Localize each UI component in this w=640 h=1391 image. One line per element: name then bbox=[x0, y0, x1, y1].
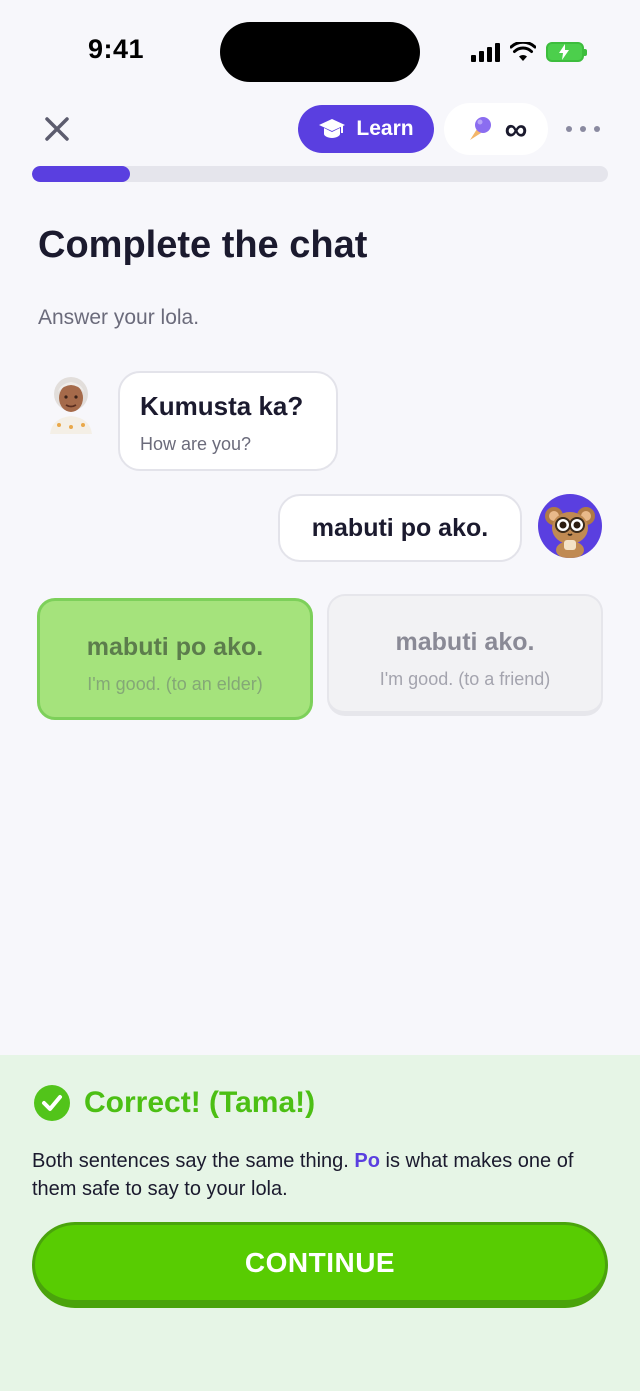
energy-value: ∞ bbox=[504, 111, 528, 147]
close-button[interactable] bbox=[40, 112, 74, 146]
option-elder[interactable]: mabuti po ako. I'm good. (to an elder) bbox=[37, 598, 313, 720]
status-bar: 9:41 bbox=[0, 0, 640, 100]
status-time: 9:41 bbox=[88, 34, 145, 64]
learn-label: Learn bbox=[356, 117, 414, 140]
prompt-bubble: Kumusta ka? How are you? bbox=[118, 371, 338, 471]
reply-text: mabuti po ako. bbox=[311, 513, 489, 542]
close-icon bbox=[45, 117, 69, 141]
learn-button[interactable]: Learn bbox=[298, 105, 434, 153]
feedback-header: Correct! (Tama!) bbox=[34, 1085, 315, 1121]
option-friend[interactable]: mabuti ako. I'm good. (to a friend) bbox=[327, 594, 603, 716]
tarsier-avatar bbox=[538, 494, 602, 558]
reply-bubble: mabuti po ako. bbox=[278, 494, 522, 562]
continue-button[interactable]: CONTINUE bbox=[32, 1222, 608, 1308]
cellular-signal-icon bbox=[471, 42, 500, 62]
more-dots-icon bbox=[566, 126, 572, 132]
feedback-highlight: Po bbox=[354, 1150, 380, 1172]
energy-pill[interactable]: ∞ bbox=[444, 103, 548, 155]
lesson-progress-bar bbox=[32, 166, 608, 182]
feedback-title: Correct! (Tama!) bbox=[84, 1086, 316, 1119]
option-translation: I'm good. (to an elder) bbox=[87, 674, 263, 694]
ice-cream-icon bbox=[469, 117, 491, 140]
graduation-cap-icon bbox=[319, 119, 346, 138]
lola-avatar bbox=[42, 372, 100, 436]
option-text: mabuti ako. bbox=[395, 628, 535, 656]
exercise-instruction: Answer your lola. bbox=[38, 306, 200, 329]
lesson-progress-fill bbox=[32, 166, 130, 182]
feedback-explanation: Both sentences say the same thing. Po is… bbox=[32, 1147, 622, 1203]
continue-label: CONTINUE bbox=[244, 1246, 396, 1278]
wifi-icon bbox=[510, 42, 536, 61]
battery-charging-icon bbox=[546, 42, 587, 62]
option-translation: I'm good. (to a friend) bbox=[379, 669, 551, 689]
more-options-button[interactable] bbox=[566, 120, 600, 138]
prompt-translation: How are you? bbox=[140, 434, 252, 454]
status-icons bbox=[471, 38, 587, 66]
check-icon bbox=[34, 1085, 70, 1121]
prompt-text: Kumusta ka? bbox=[140, 391, 304, 421]
option-text: mabuti po ako. bbox=[86, 633, 264, 661]
feedback-text-before: Both sentences say the same thing. bbox=[32, 1150, 355, 1172]
dynamic-island bbox=[220, 22, 420, 82]
feedback-panel: Correct! (Tama!) Both sentences say the … bbox=[0, 1055, 640, 1391]
exercise-title: Complete the chat bbox=[38, 224, 368, 266]
